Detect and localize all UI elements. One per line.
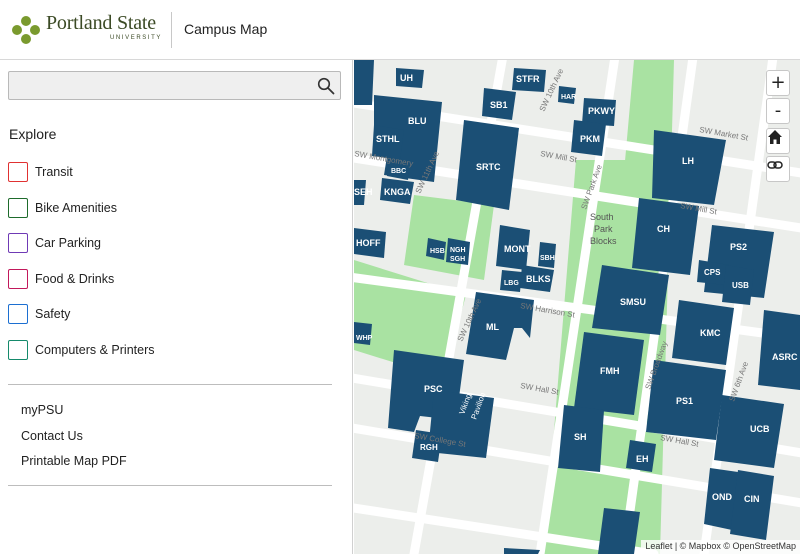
link-mypsu[interactable]: myPSU	[21, 403, 63, 417]
category-label: Transit	[35, 165, 73, 179]
link-printable-map-pdf[interactable]: Printable Map PDF	[21, 454, 127, 468]
building-label-whp: WHP	[356, 335, 373, 342]
svg-text:Park: Park	[594, 224, 613, 234]
building-label-usb: USB	[732, 281, 749, 290]
car-parking-checkbox[interactable]	[8, 233, 28, 253]
safety-checkbox[interactable]	[8, 304, 28, 324]
link-contact-us[interactable]: Contact Us	[21, 429, 83, 443]
building-label-sthl: STHL	[376, 134, 400, 144]
category-label: Food & Drinks	[35, 272, 115, 286]
building-label-seh: SEH	[354, 187, 373, 197]
app-header: Portland State UNIVERSITY Campus Map	[0, 0, 800, 60]
search-input[interactable]	[9, 72, 309, 99]
category-label: Car Parking	[35, 236, 101, 250]
building-label-srtc: SRTC	[476, 162, 501, 172]
building-label-eh: EH	[636, 454, 649, 464]
header-divider	[171, 12, 172, 48]
psu-logo-mark-icon	[12, 16, 40, 44]
search-icon[interactable]	[317, 77, 335, 95]
building-label-fmh: FMH	[600, 366, 620, 376]
computers-printers-checkbox[interactable]	[8, 340, 28, 360]
building-label-bbc: BBC	[391, 168, 406, 175]
building-label-blks: BLKS	[526, 274, 551, 284]
category-label: Computers & Printers	[35, 343, 155, 357]
building-label-asrc: ASRC	[772, 352, 798, 362]
building-label-ml: ML	[486, 322, 499, 332]
building-label-psc: PSC	[424, 384, 443, 394]
building-label-ucb: UCB	[750, 424, 770, 434]
building-label-kmc: KMC	[700, 328, 721, 338]
food-drinks-checkbox[interactable]	[8, 269, 28, 289]
svg-text:Blocks: Blocks	[590, 236, 617, 246]
map-attribution[interactable]: Leaflet | © Mapbox © OpenStreetMap	[641, 540, 800, 554]
share-link-button[interactable]	[766, 156, 790, 182]
building-label-smsu: SMSU	[620, 297, 646, 307]
transit-checkbox[interactable]	[8, 162, 28, 182]
building-label-ch: CH	[657, 224, 670, 234]
building-label-sgh: SGH	[450, 256, 465, 263]
building-label-hoff: HOFF	[356, 238, 381, 248]
building-label-sb1: SB1	[490, 100, 508, 110]
building-label-har: HAR	[561, 94, 576, 101]
building-label-mont: MONT	[504, 244, 531, 254]
building-label-hsb: HSB	[430, 248, 445, 255]
bike-amenities-checkbox[interactable]	[8, 198, 28, 218]
psu-logo[interactable]: Portland State UNIVERSITY	[10, 12, 160, 48]
building-label-lbg: LBG	[504, 280, 519, 287]
campus-map[interactable]: UH STFR SB1 HAR PKWY BLU STHL BBC SRTC P…	[354, 60, 800, 554]
building-label-ps2: PS2	[730, 242, 747, 252]
zoom-out-button[interactable]: -	[766, 98, 790, 124]
building-label-rgh: RGH	[420, 443, 438, 452]
building-label-lh: LH	[682, 156, 694, 166]
building-label-uh: UH	[400, 73, 413, 83]
logo-wordmark: Portland State	[46, 12, 156, 34]
home-icon	[768, 130, 782, 144]
building-label-blu: BLU	[408, 116, 427, 126]
zoom-in-button[interactable]: +	[766, 70, 790, 96]
search-box	[8, 71, 341, 100]
building-label-pkwy: PKWY	[588, 106, 615, 116]
home-button[interactable]	[766, 128, 790, 154]
building-label-stfr: STFR	[516, 74, 540, 84]
building-label-sbh: SBH	[540, 255, 555, 262]
logo-subtext: UNIVERSITY	[110, 35, 163, 41]
category-label: Bike Amenities	[35, 201, 117, 215]
building-label-cps: CPS	[704, 268, 721, 277]
sidebar-divider	[8, 384, 332, 385]
category-label: Safety	[35, 307, 71, 321]
building-label-pkm: PKM	[580, 134, 600, 144]
building-label-ps1: PS1	[676, 396, 693, 406]
building-label-sh: SH	[574, 432, 587, 442]
sidebar: Explore Transit Bike Amenities Car Parki…	[0, 60, 353, 554]
page-title: Campus Map	[184, 21, 268, 37]
link-icon	[767, 161, 783, 169]
building-label-cin: CIN	[744, 494, 760, 504]
building-label-ngh: NGH	[450, 247, 466, 254]
explore-heading: Explore	[9, 126, 57, 142]
building-label-knga: KNGA	[384, 187, 411, 197]
sidebar-divider	[8, 485, 332, 486]
map-tiles: UH STFR SB1 HAR PKWY BLU STHL BBC SRTC P…	[354, 60, 800, 554]
svg-text:South: South	[590, 212, 614, 222]
building-label-ond: OND	[712, 492, 733, 502]
